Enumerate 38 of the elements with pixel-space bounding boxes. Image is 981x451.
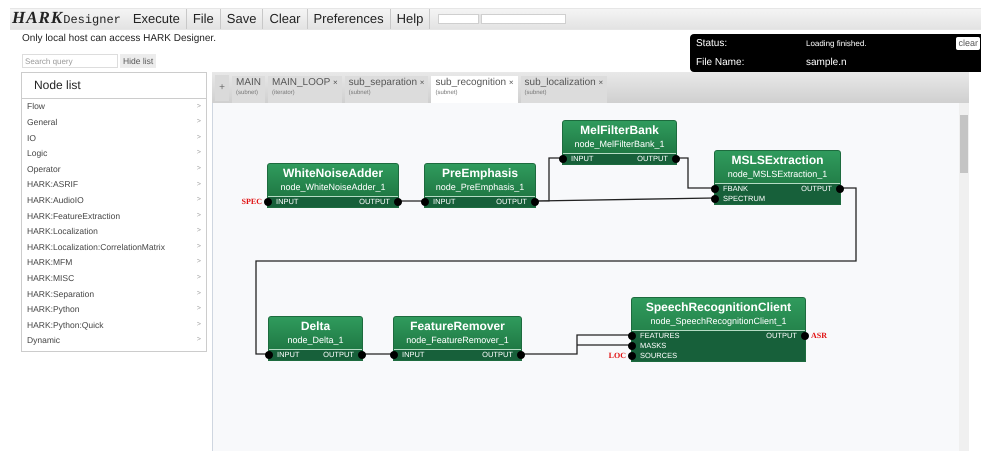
clear-button[interactable]: clear bbox=[956, 36, 980, 50]
node-title: Delta bbox=[300, 318, 332, 334]
node-id: node_SpeechRecognitionClient_1 bbox=[649, 315, 788, 328]
menu-item[interactable]: Execute bbox=[126, 9, 186, 29]
app-logo: HARKDesigner bbox=[10, 9, 122, 29]
node-id: node_Delta_1 bbox=[286, 334, 345, 347]
menu-item[interactable]: File bbox=[186, 9, 220, 29]
status-label: Status: bbox=[696, 37, 728, 51]
menu-item[interactable]: Help bbox=[390, 9, 430, 29]
panel-title: Node list bbox=[22, 73, 206, 99]
scrollbar[interactable] bbox=[959, 103, 969, 451]
file-name-label: File Name: bbox=[696, 56, 746, 70]
node-title: WhiteNoiseAdder bbox=[282, 165, 384, 181]
file-name-text: sample.n bbox=[806, 56, 848, 70]
node-id: node_MelFilterBank_1 bbox=[573, 138, 666, 151]
graph-canvas[interactable] bbox=[212, 103, 959, 451]
node-title: FeatureRemover bbox=[409, 318, 506, 334]
slider-track[interactable] bbox=[438, 14, 566, 24]
terminal-label: LOC bbox=[608, 351, 626, 361]
menu-item[interactable]: Save bbox=[220, 9, 262, 29]
terminal-label: ASR bbox=[811, 331, 828, 341]
terminal-label: SPEC bbox=[242, 197, 262, 207]
hide-list-button[interactable]: Hide list bbox=[120, 54, 156, 68]
node-title: MelFilterBank bbox=[579, 122, 660, 138]
node-title: PreEmphasis bbox=[440, 165, 520, 181]
menu-item[interactable]: Clear bbox=[262, 9, 307, 29]
menu-item[interactable]: Preferences bbox=[306, 9, 390, 29]
node-id: node_MSLSExtraction_1 bbox=[726, 168, 828, 181]
search-field[interactable]: Search query bbox=[22, 54, 118, 68]
notice-text: Only local host can access HARK Designer. bbox=[22, 33, 216, 45]
node-title: MSLSExtraction bbox=[730, 152, 824, 168]
node-title: SpeechRecognitionClient bbox=[644, 299, 792, 315]
status-text: Loading finished. bbox=[806, 38, 868, 50]
add-tab-button[interactable]: + bbox=[215, 75, 229, 101]
node-id: node_PreEmphasis_1 bbox=[434, 181, 526, 194]
slider-thumb[interactable] bbox=[478, 14, 482, 24]
node-id: node_WhiteNoiseAdder_1 bbox=[279, 181, 387, 194]
node-id: node_FeatureRemover_1 bbox=[405, 334, 510, 347]
